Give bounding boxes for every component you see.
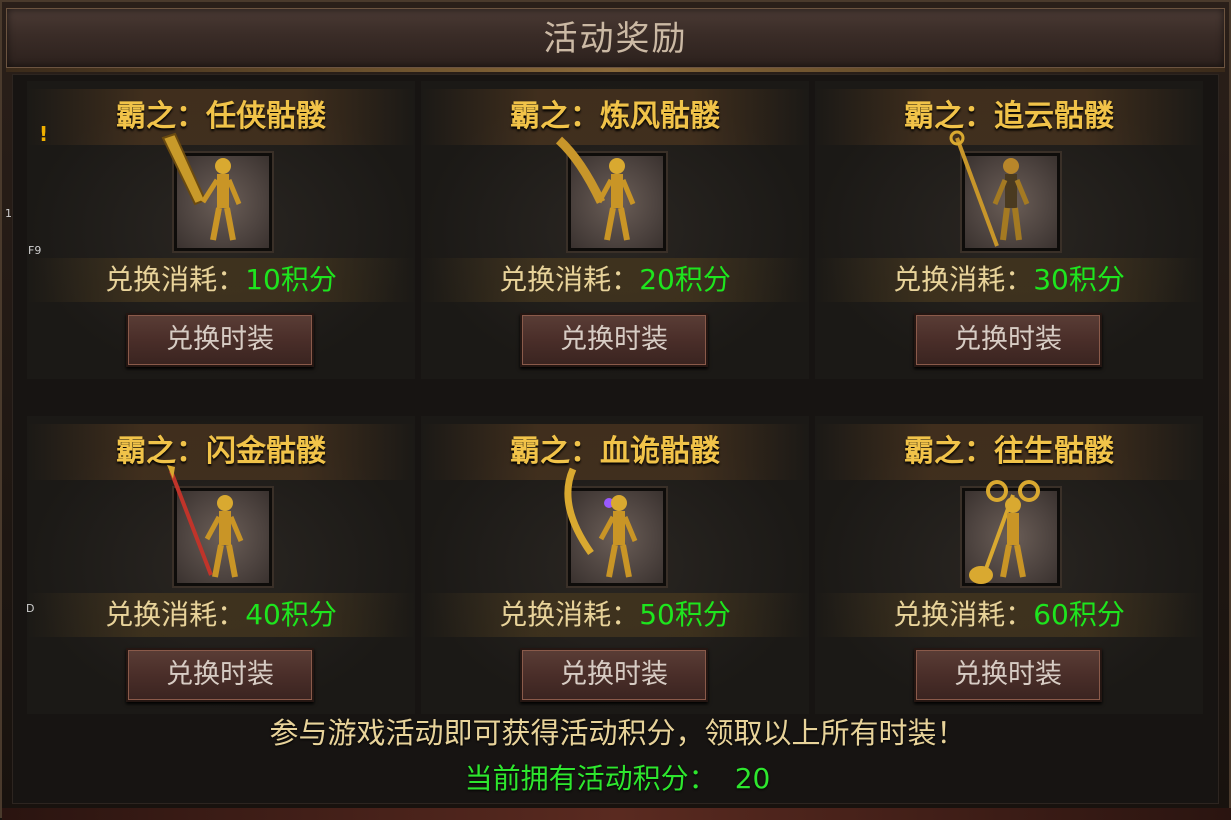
item-slot[interactable] (555, 136, 666, 251)
cost-label: 兑换消耗： (893, 598, 1034, 631)
exchange-costume-button[interactable]: 兑换时装 (914, 648, 1102, 702)
bottom-border (2, 808, 1231, 820)
cost-value: 40积分 (245, 598, 337, 631)
exchange-costume-button[interactable]: 兑换时装 (914, 313, 1102, 367)
cost-label: 兑换消耗： (105, 263, 246, 296)
skeleton-costume-icon (949, 130, 1030, 247)
activity-reward-panel: 活动奖励 霸之：任侠骷髅 兑换消耗：10积分 兑换时装 霸之：炼风骷髅 兑换消耗… (0, 0, 1231, 820)
item-slot[interactable] (161, 132, 272, 251)
alert-icon: ! (39, 122, 49, 146)
card-name: 霸之：追云骷髅 (904, 99, 1114, 134)
activity-hint-text: 参与游戏活动即可获得活动积分，领取以上所有时装！ (269, 716, 966, 750)
skeleton-costume-icon (969, 480, 1040, 584)
card-name: 霸之：炼风骷髅 (510, 99, 720, 134)
cost-label: 兑换消耗： (893, 263, 1034, 296)
skeleton-costume-icon (555, 136, 636, 241)
skeleton-costume-icon (161, 132, 242, 241)
exchange-costume-button[interactable]: 兑换时装 (126, 648, 314, 702)
card-name: 霸之：血诡骷髅 (510, 434, 720, 469)
cost-row: 兑换消耗：20积分 (421, 258, 809, 302)
overlay-label: 1 (5, 207, 12, 220)
card-name: 霸之：任侠骷髅 (116, 99, 326, 134)
reward-card: 霸之：往生骷髅 兑换消耗：60积分 兑换时装 (815, 416, 1203, 714)
cost-row: 兑换消耗：10积分 (27, 258, 415, 302)
reward-grid: 霸之：任侠骷髅 兑换消耗：10积分 兑换时装 霸之：炼风骷髅 兑换消耗：20积分… (12, 74, 1219, 804)
cost-label: 兑换消耗： (499, 598, 640, 631)
title-divider (6, 68, 1225, 72)
cost-row: 兑换消耗：60积分 (815, 593, 1203, 637)
item-slot[interactable] (949, 130, 1060, 251)
reward-card: 霸之：任侠骷髅 兑换消耗：10积分 兑换时装 (27, 81, 415, 379)
cost-value: 30积分 (1033, 263, 1125, 296)
item-slot[interactable] (167, 465, 272, 586)
exchange-costume-button[interactable]: 兑换时装 (126, 313, 314, 367)
reward-card: 霸之：炼风骷髅 兑换消耗：20积分 兑换时装 (421, 81, 809, 379)
cost-row: 兑换消耗：30积分 (815, 258, 1203, 302)
cost-row: 兑换消耗：40积分 (27, 593, 415, 637)
cost-value: 20积分 (639, 263, 731, 296)
cost-value: 10积分 (245, 263, 337, 296)
card-name: 霸之：往生骷髅 (904, 434, 1114, 469)
card-name: 霸之：闪金骷髅 (116, 434, 326, 469)
exchange-costume-button[interactable]: 兑换时装 (520, 313, 708, 367)
overlay-label: F9 (28, 244, 42, 257)
cost-label: 兑换消耗： (105, 598, 246, 631)
current-points: 当前拥有活动积分： 20 (2, 757, 1231, 797)
skeleton-costume-icon (167, 465, 244, 578)
cost-value: 60积分 (1033, 598, 1125, 631)
exchange-costume-button[interactable]: 兑换时装 (520, 648, 708, 702)
cost-label: 兑换消耗： (499, 263, 640, 296)
reward-card: 霸之：追云骷髅 兑换消耗：30积分 兑换时装 (815, 81, 1203, 379)
reward-card: 霸之：血诡骷髅 兑换消耗：50积分 兑换时装 (421, 416, 809, 714)
item-slot[interactable] (564, 467, 666, 586)
window-title: 活动奖励 (543, 19, 688, 59)
points-label: 当前拥有活动积分： (464, 762, 717, 795)
overlay-label: D (26, 602, 35, 615)
points-value: 20 (734, 762, 771, 795)
cost-row: 兑换消耗：50积分 (421, 593, 809, 637)
skeleton-costume-icon (564, 467, 638, 578)
item-slot[interactable] (962, 480, 1060, 586)
reward-card: 霸之：闪金骷髅 兑换消耗：40积分 兑换时装 (27, 416, 415, 714)
title-bar: 活动奖励 (6, 8, 1225, 68)
cost-value: 50积分 (639, 598, 731, 631)
